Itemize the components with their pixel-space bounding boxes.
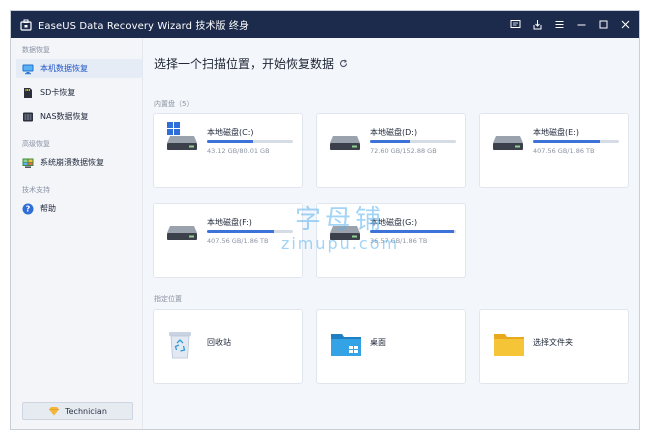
location-card-desktop[interactable]: 桌面: [316, 309, 466, 384]
desktop-icon: [331, 334, 361, 356]
svg-text:?: ?: [26, 204, 31, 213]
drive-name: 本地磁盘(C:): [207, 128, 254, 137]
location-name: 回收站: [207, 338, 231, 347]
sidebar-item-label: 系统崩溃数据恢复: [40, 158, 104, 167]
sidebar-item-label: 帮助: [40, 204, 56, 213]
drive-usage-fill: [370, 230, 455, 233]
feedback-button[interactable]: [505, 15, 525, 35]
sidebar-item-label: NAS数据恢复: [40, 112, 89, 121]
app-window: EaseUS Data Recovery Wizard 技术版 终身 数据恢复 …: [10, 10, 640, 430]
drive-usage-bar: [370, 230, 456, 233]
drive-usage-fill: [370, 140, 411, 143]
hard-disk-icon: [493, 136, 523, 150]
maximize-button[interactable]: [593, 15, 613, 35]
drive-size: 72.60 GB/152.88 GB: [370, 147, 437, 155]
main-panel: 选择一个扫描位置，开始恢复数据 内置盘（5） 本地磁盘(C:) 43.12 GB…: [143, 38, 639, 429]
help-icon: ?: [22, 203, 34, 215]
sidebar-item-help[interactable]: ? 帮助: [16, 199, 142, 218]
location-card-recycle-bin[interactable]: 回收站: [153, 309, 303, 384]
sidebar: 数据恢复 本机数据恢复 SD卡恢复 NAS数据恢复 高级恢复 系统崩溃数据恢复 …: [11, 38, 143, 429]
drive-card-f[interactable]: 本地磁盘(F:) 407.56 GB/1.86 TB: [153, 203, 303, 278]
drive-card-d[interactable]: 本地磁盘(D:) 72.60 GB/152.88 GB: [316, 113, 466, 188]
drive-usage-bar: [207, 230, 293, 233]
drive-size: 36.57 GB/1.86 TB: [370, 237, 428, 245]
folder-icon: [494, 334, 524, 356]
section-label-data-recovery: 数据恢复: [22, 46, 50, 54]
close-button[interactable]: [615, 15, 635, 35]
maximize-icon: [599, 20, 607, 29]
hard-disk-icon: [330, 136, 360, 150]
drive-usage-bar: [533, 140, 619, 143]
drive-name: 本地磁盘(G:): [370, 218, 418, 227]
section-label-support: 技术支持: [22, 186, 50, 194]
specified-location-label: 指定位置: [154, 295, 182, 303]
drive-card-g[interactable]: 本地磁盘(G:) 36.57 GB/1.86 TB: [316, 203, 466, 278]
minimize-button[interactable]: [571, 15, 591, 35]
sidebar-item-system-crash[interactable]: 系统崩溃数据恢复: [16, 153, 142, 172]
drive-size: 407.56 GB/1.86 TB: [533, 147, 595, 155]
location-name: 桌面: [370, 338, 386, 347]
sidebar-item-local-recovery[interactable]: 本机数据恢复: [16, 59, 142, 78]
location-name: 选择文件夹: [533, 338, 573, 347]
page-title-text: 选择一个扫描位置，开始恢复数据: [154, 57, 335, 71]
drive-usage-fill: [207, 230, 275, 233]
refresh-button[interactable]: [339, 59, 348, 68]
internal-drives-label: 内置盘（5）: [154, 100, 194, 108]
section-label-advanced: 高级恢复: [22, 140, 50, 148]
refresh-icon: [339, 59, 348, 67]
sd-card-icon: [22, 87, 34, 99]
sidebar-item-label: 本机数据恢复: [40, 64, 88, 73]
drive-name: 本地磁盘(E:): [533, 128, 579, 137]
close-icon: [621, 20, 629, 29]
drive-card-c[interactable]: 本地磁盘(C:) 43.12 GB/80.01 GB: [153, 113, 303, 188]
sidebar-item-sd-card[interactable]: SD卡恢复: [16, 83, 142, 102]
windows-logo-icon: [167, 122, 180, 135]
location-card-folder[interactable]: 选择文件夹: [479, 309, 629, 384]
export-button[interactable]: [527, 15, 547, 35]
page-title: 选择一个扫描位置，开始恢复数据: [154, 55, 348, 72]
drive-usage-fill: [533, 140, 601, 143]
technician-button[interactable]: Technician: [22, 402, 133, 420]
drive-name: 本地磁盘(F:): [207, 218, 252, 227]
drive-usage-fill: [207, 140, 254, 143]
drive-usage-bar: [370, 140, 456, 143]
menu-button[interactable]: [549, 15, 569, 35]
sidebar-item-nas[interactable]: NAS数据恢复: [16, 107, 142, 126]
menu-icon: [555, 21, 563, 28]
monitor-icon: [22, 63, 34, 75]
recycle-bin-icon: [169, 332, 191, 359]
system-crash-icon: [22, 157, 34, 169]
drive-size: 407.56 GB/1.86 TB: [207, 237, 269, 245]
drive-card-e[interactable]: 本地磁盘(E:) 407.56 GB/1.86 TB: [479, 113, 629, 188]
sidebar-item-label: SD卡恢复: [40, 88, 76, 97]
hard-disk-icon: [167, 226, 197, 240]
title-bar: EaseUS Data Recovery Wizard 技术版 终身: [11, 11, 639, 38]
nas-icon: [22, 111, 34, 123]
hard-disk-icon: [330, 226, 360, 240]
drive-usage-bar: [207, 140, 293, 143]
app-logo-icon: [20, 19, 32, 31]
technician-label: Technician: [65, 406, 107, 416]
drive-size: 43.12 GB/80.01 GB: [207, 147, 270, 155]
window-title: EaseUS Data Recovery Wizard 技术版 终身: [38, 21, 250, 32]
minimize-icon: [577, 24, 585, 26]
hard-disk-icon: [167, 136, 197, 150]
diamond-icon: [49, 407, 60, 416]
export-icon: [533, 20, 541, 30]
drive-name: 本地磁盘(D:): [370, 128, 418, 137]
window-controls: [503, 11, 635, 38]
feedback-icon: [510, 20, 520, 28]
